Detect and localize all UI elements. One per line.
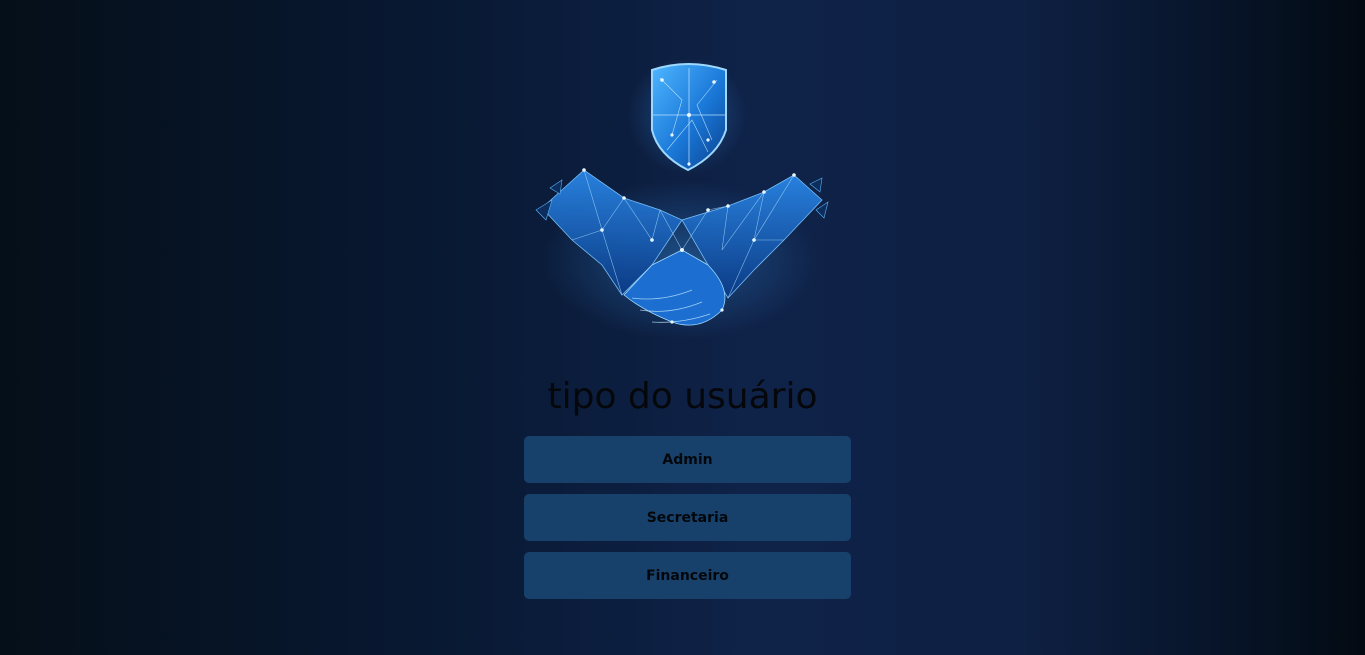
hero-illustration — [532, 60, 832, 340]
secretaria-button[interactable]: Secretaria — [524, 494, 851, 541]
handshake-icon — [535, 168, 829, 340]
hero-svg — [535, 60, 829, 340]
page-title: tipo do usuário — [547, 376, 818, 417]
user-type-options: Admin Secretaria Financeiro — [524, 436, 851, 610]
shield-icon — [628, 60, 748, 175]
financeiro-button[interactable]: Financeiro — [524, 552, 851, 599]
user-type-page: tipo do usuário Admin Secretaria Finance… — [0, 0, 1365, 655]
admin-button[interactable]: Admin — [524, 436, 851, 483]
